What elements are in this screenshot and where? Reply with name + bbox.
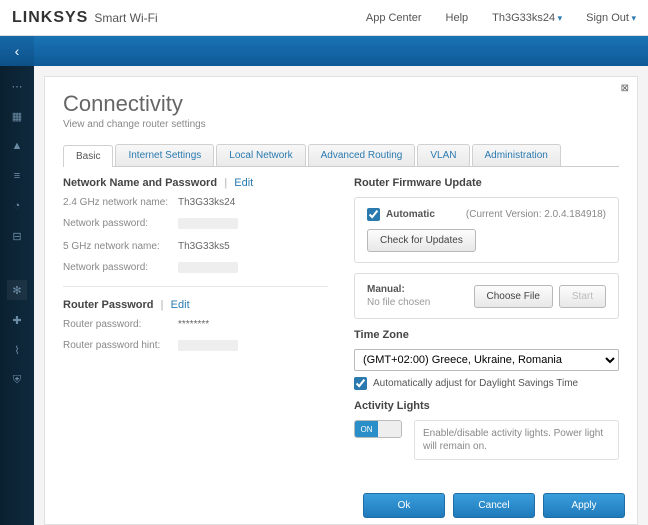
network-edit-link[interactable]: Edit [234,177,253,189]
blue-bar [34,36,648,66]
network-section-title: Network Name and Password | Edit [63,177,328,189]
ok-button[interactable]: Ok [363,493,445,518]
cancel-button[interactable]: Cancel [453,493,535,518]
activity-note: Enable/disable activity lights. Power li… [414,420,619,460]
current-version: (Current Version: 2.0.4.184918) [466,209,606,220]
automatic-label: Automatic [386,209,435,220]
label-router-password: Router password: [63,319,178,331]
firmware-section-title: Router Firmware Update [354,177,619,189]
page-subtitle: View and change router settings [63,119,619,130]
firmware-manual-box: Manual: No file chosen Choose File Start [354,273,619,319]
sidebar-icon-connectivity[interactable]: ✻ [7,280,27,300]
header-links: App Center Help Th3G33ks24 Sign Out [366,12,636,24]
help-link[interactable]: Help [446,12,469,24]
user-menu[interactable]: Th3G33ks24 [492,12,562,24]
app-center-link[interactable]: App Center [366,12,422,24]
timezone-section-title: Time Zone [354,329,619,341]
footer-buttons: Ok Cancel Apply [363,493,625,518]
sidebar-icon-troubleshoot[interactable]: ✚ [7,310,27,330]
sidebar-icon-media[interactable]: ≡ [7,166,27,186]
tab-advanced-routing[interactable]: Advanced Routing [308,144,416,166]
tab-administration[interactable]: Administration [472,144,561,166]
manual-label: Manual: [367,284,405,295]
page-title: Connectivity [63,91,619,117]
main-panel: ⊠ Connectivity View and change router se… [44,76,638,525]
close-icon[interactable]: ⊠ [621,83,629,94]
tabs: Basic Internet Settings Local Network Ad… [63,144,619,167]
no-file-text: No file chosen [367,297,474,308]
signout-menu[interactable]: Sign Out [586,12,636,24]
value-router-hint [178,340,238,351]
label-24ghz-name: 2.4 GHz network name: [63,197,178,209]
value-router-password: ******** [178,319,209,331]
activity-section-title: Activity Lights [354,400,619,412]
sidebar-icon-storage[interactable]: ⊟ [7,226,27,246]
brand-logo: LINKSYS [12,9,88,27]
label-24ghz-password: Network password: [63,218,178,232]
check-updates-button[interactable]: Check for Updates [367,229,476,252]
choose-file-button[interactable]: Choose File [474,285,553,308]
sidebar-icon-guest[interactable]: ▦ [7,106,27,126]
sidebar-icon-devices[interactable]: ⋯ [7,76,27,96]
apply-button[interactable]: Apply [543,493,625,518]
automatic-checkbox[interactable] [367,208,380,221]
product-name: Smart Wi-Fi [94,11,157,25]
sidebar: ‹ ⋯ ▦ ▲ ≡ ◔ ⊟ ✻ ✚ ⌇ ⛨ [0,36,34,525]
app-header: LINKSYS Smart Wi-Fi App Center Help Th3G… [0,0,648,36]
tab-internet-settings[interactable]: Internet Settings [115,144,214,166]
label-5ghz-name: 5 GHz network name: [63,241,178,253]
activity-toggle[interactable]: ON [354,420,402,438]
routerpw-edit-link[interactable]: Edit [171,299,190,311]
timezone-select[interactable]: (GMT+02:00) Greece, Ukraine, Romania [354,349,619,371]
tab-basic[interactable]: Basic [63,145,113,167]
sidebar-icon-wireless[interactable]: ⌇ [7,340,27,360]
label-5ghz-password: Network password: [63,262,178,276]
value-24ghz-name: Th3G33ks24 [178,197,235,209]
tab-local-network[interactable]: Local Network [216,144,305,166]
left-column: Network Name and Password | Edit 2.4 GHz… [63,177,328,460]
sidebar-icon-security[interactable]: ⛨ [7,370,27,390]
sidebar-icon-parental[interactable]: ▲ [7,136,27,156]
value-24ghz-password [178,218,238,229]
dst-label: Automatically adjust for Daylight Saving… [373,378,578,389]
firmware-auto-box: Automatic (Current Version: 2.0.4.184918… [354,197,619,263]
label-router-hint: Router password hint: [63,340,178,354]
dst-checkbox[interactable] [354,377,367,390]
back-button[interactable]: ‹ [0,36,34,66]
tab-vlan[interactable]: VLAN [417,144,469,166]
start-button[interactable]: Start [559,285,606,308]
routerpw-section-title: Router Password | Edit [63,299,328,311]
sidebar-icon-speed[interactable]: ◔ [7,196,27,216]
value-5ghz-name: Th3G33ks5 [178,241,230,253]
right-column: Router Firmware Update Automatic (Curren… [354,177,619,460]
value-5ghz-password [178,262,238,273]
